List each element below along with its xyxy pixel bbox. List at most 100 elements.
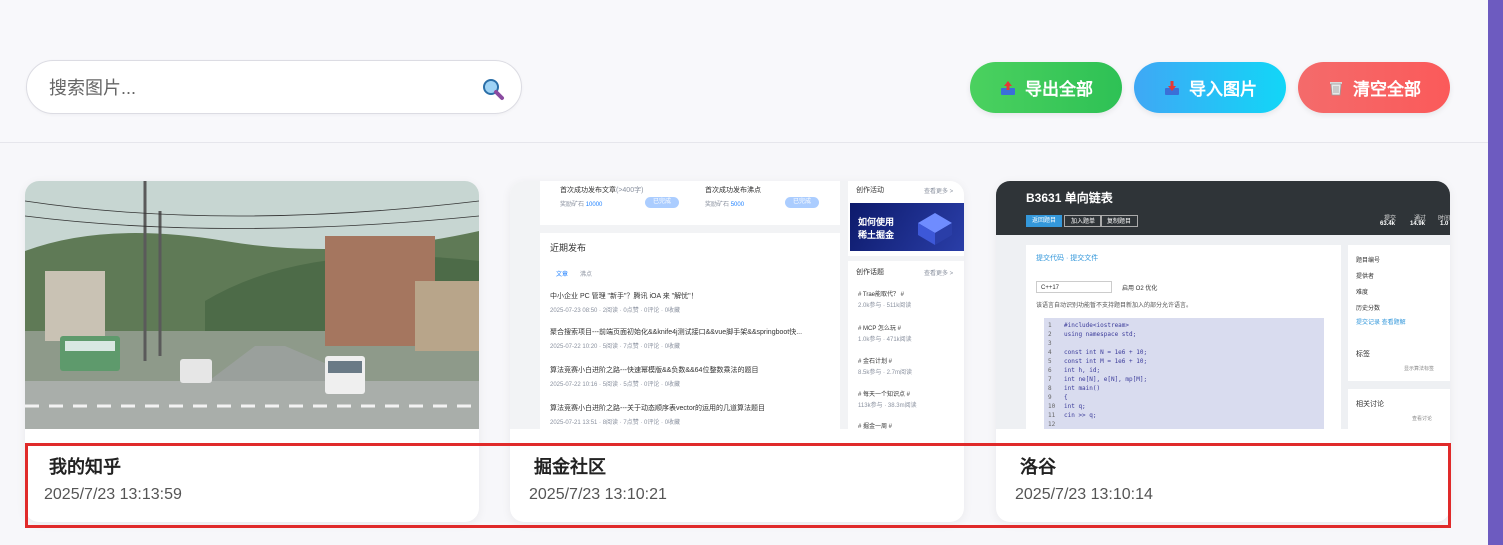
thumb-text: 创作话题 — [856, 269, 884, 276]
card-timestamp: 2025/7/23 13:13:59 — [44, 486, 182, 503]
code-line: const int N = 1e6 + 10; — [1064, 349, 1148, 356]
card-thumbnail[interactable]: B3631 单向链表 返回题目 加入题单 复制题目 提交 63.4k 通过 14… — [996, 181, 1450, 429]
thumb-text: 2025-07-23 08:50 · 2阅读 · 0点赞 · 0评论 · 0收藏 — [550, 308, 681, 314]
clear-all-label: 清空全部 — [1353, 80, 1421, 99]
thumb-text: 2.0k参与 · 511k阅读 — [858, 303, 912, 309]
export-all-label: 导出全部 — [1025, 80, 1093, 99]
thumb-text: 聚合搜索项目---前端页面初始化&&knife4j测试接口&&vue脚手架&&s… — [550, 329, 803, 336]
code-line-number: 9 — [1048, 394, 1052, 401]
thumb-text: 如何使用 — [858, 217, 895, 227]
code-line: int q; — [1064, 403, 1086, 410]
code-line-number: 10 — [1048, 403, 1056, 410]
card-title: 洛谷 — [1020, 457, 1056, 477]
thumb-text: # 每天一个知识点 # — [858, 392, 911, 398]
thumb-text: 算法竞赛小白进阶之路---快速幂模版&&负数&&64位整数乘法的题目 — [550, 367, 759, 374]
trash-icon — [1330, 81, 1342, 95]
code-line: int main() — [1064, 385, 1101, 392]
code-line-number: 12 — [1048, 421, 1056, 428]
code-line-number: 3 — [1048, 340, 1052, 347]
code-line-number: 11 — [1048, 412, 1056, 419]
thumb-text: 提交代码 · 提交文件 — [1036, 255, 1099, 262]
search-input[interactable] — [47, 73, 471, 103]
code-line: int h, id; — [1064, 367, 1101, 374]
thumb-text: 2025-07-21 13:51 · 8阅读 · 7点赞 · 0评论 · 0收藏 — [550, 420, 681, 426]
thumb-text: 奖励矿石 — [705, 202, 730, 208]
inbox-tray-icon — [1165, 80, 1179, 95]
thumb-text: 63.4k — [1380, 221, 1396, 227]
thumb-text: 题目编号 — [1356, 258, 1381, 264]
thumb-text: 10000 — [585, 202, 603, 208]
thumb-text: # MCP 怎么玩 # — [858, 326, 901, 332]
thumb-text: 提供者 — [1356, 274, 1375, 280]
code-line-number: 2 — [1048, 331, 1052, 338]
thumb-text: 创作活动 — [856, 187, 884, 194]
image-card-zhihu[interactable]: 我的知乎 2025/7/23 13:13:59 — [25, 181, 479, 522]
card-timestamp: 2025/7/23 13:10:14 — [1015, 486, 1153, 503]
outbox-tray-icon — [1001, 80, 1015, 95]
thumb-discussion-panel: 相关讨论 查看讨论 — [1348, 389, 1450, 429]
thumb-text: 14.9k — [1410, 221, 1426, 227]
code-line-number: 6 — [1048, 367, 1052, 374]
thumb-topics-panel: 创作话题 查看更多 > # Trae能取代？ # 2.0k参与 · 511k阅读… — [848, 261, 964, 429]
thumb-text: B3631 单向链表 — [1026, 191, 1113, 205]
thumb-text: 文章 — [556, 272, 569, 278]
code-line-number: 7 — [1048, 376, 1052, 383]
code-line-number: 4 — [1048, 349, 1052, 356]
thumb-text: 相关讨论 — [1356, 401, 1384, 408]
import-images-label: 导入图片 — [1189, 80, 1257, 99]
thumb-tags-panel: 标签 显示算法标签 — [1348, 341, 1450, 381]
code-line: const int M = 1e6 + 10; — [1064, 358, 1148, 365]
thumb-text: 复制题目 — [1100, 215, 1139, 227]
thumb-text: 1.0 — [1440, 221, 1449, 227]
search-icon[interactable] — [481, 77, 505, 101]
thumb-text: 显示算法标签 — [1404, 366, 1435, 372]
thumb-text: 近期发布 — [550, 243, 587, 253]
thumb-text: 已完成 — [645, 197, 679, 208]
thumb-text: 已完成 — [785, 197, 819, 208]
card-thumbnail[interactable] — [25, 181, 479, 429]
thumb-text: 该语言自动识别功能暂不支持题目新加入的部分允许语言。 — [1036, 303, 1193, 309]
thumb-activity-panel: 创作活动 查看更多 > 如何使用 稀土掘金 — [848, 181, 964, 256]
import-images-button[interactable]: 导入图片 — [1134, 62, 1286, 113]
thumb-text: 2025-07-22 10:20 · 5阅读 · 7点赞 · 0评论 · 0收藏 — [550, 344, 681, 350]
card-title: 掘金社区 — [534, 457, 606, 477]
code-line: { — [1064, 394, 1068, 401]
card-title: 我的知乎 — [49, 457, 121, 477]
image-card-luogu[interactable]: B3631 单向链表 返回题目 加入题单 复制题目 提交 63.4k 通过 14… — [996, 181, 1450, 522]
thumb-text: 提交记录 查看题解 — [1356, 320, 1406, 326]
thumb-recent-panel: 近期发布 文章 沸点 中小企业 PC 管理 "新手"？腾讯 iOA 来 "解忧"… — [540, 233, 840, 429]
clear-all-button[interactable]: 清空全部 — [1298, 62, 1450, 113]
code-line: cin >> q; — [1064, 412, 1097, 419]
thumb-text: 中小企业 PC 管理 "新手"？腾讯 iOA 来 "解忧"！ — [550, 293, 698, 300]
card-timestamp: 2025/7/23 13:10:21 — [529, 486, 667, 503]
thumb-text: 首次成功发布沸点 — [705, 187, 761, 194]
thumb-text: # 掘金一周 # — [858, 424, 893, 429]
card-thumbnail[interactable]: 首次成功发布文章(>400字) 奖励矿石 10000 已完成 首次成功发布沸点 … — [510, 181, 964, 429]
image-card-juejin[interactable]: 首次成功发布文章(>400字) 奖励矿石 10000 已完成 首次成功发布沸点 … — [510, 181, 964, 522]
thumb-text: 沸点 — [580, 272, 593, 278]
thumb-text: 查看更多 > — [924, 189, 954, 195]
export-all-button[interactable]: 导出全部 — [970, 62, 1122, 113]
thumb-text: C++17 — [1036, 281, 1112, 293]
thumb-text: 查看更多 > — [924, 271, 954, 277]
thumb-text: # 金石计划 # — [858, 359, 893, 365]
thumb-text: (>400字) — [616, 187, 644, 194]
street-scene-image — [25, 181, 479, 429]
thumb-text: 5000 — [730, 202, 745, 208]
thumb-text: 加入题单 — [1064, 215, 1103, 227]
code-line: int ne[N], e[N], mp[M]; — [1064, 376, 1148, 383]
thumb-problem-header: B3631 单向链表 返回题目 加入题单 复制题目 提交 63.4k 通过 14… — [996, 181, 1450, 235]
thumb-text: 算法竞赛小白进阶之路---关于动态顺序表vector的运用的几道算法题目 — [550, 405, 766, 412]
thumb-text: 首次成功发布文章 — [560, 187, 616, 194]
thumb-text: 返回题目 — [1026, 215, 1063, 227]
thumb-task-panel: 首次成功发布文章(>400字) 奖励矿石 10000 已完成 首次成功发布沸点 … — [540, 181, 840, 225]
scrollbar-strip[interactable] — [1488, 0, 1503, 545]
thumb-banner: 如何使用 稀土掘金 — [850, 203, 964, 251]
search-box[interactable] — [26, 60, 522, 114]
code-line-number: 8 — [1048, 385, 1052, 392]
thumb-text: 2025-07-22 10:16 · 5阅读 · 5点赞 · 0评论 · 0收藏 — [550, 382, 681, 388]
thumb-code-editor: 1 #include<iostream> 2 using namespace std;… — [1044, 318, 1324, 429]
thumb-text: # Trae能取代？ # — [858, 292, 905, 298]
code-line: using namespace std; — [1064, 331, 1137, 338]
code-line: #include<iostream> — [1064, 322, 1130, 329]
